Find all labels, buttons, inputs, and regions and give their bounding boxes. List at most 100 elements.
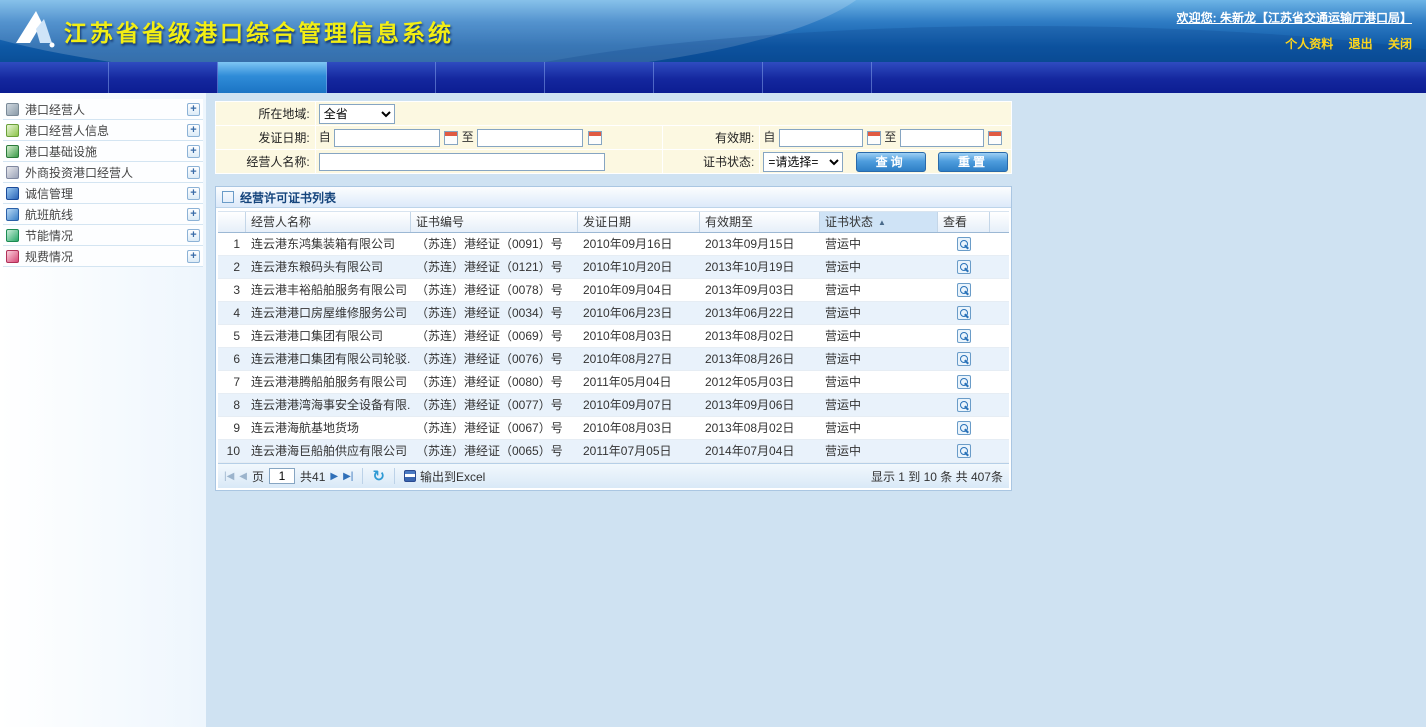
row-number: 5 <box>218 325 246 348</box>
sidebar-item-1[interactable]: 港口经营人 + <box>3 99 203 120</box>
cert-status-select[interactable]: =请选择= <box>763 152 843 172</box>
issue-date-to-input[interactable] <box>477 129 583 147</box>
issue-date-to-label: 至 <box>462 130 474 144</box>
last-page-button[interactable]: ▶| <box>343 471 353 482</box>
col-operator-name[interactable]: 经营人名称 <box>246 212 411 232</box>
col-valid-until[interactable]: 有效期至 <box>700 212 820 232</box>
view-icon[interactable] <box>957 306 971 320</box>
filter-panel: 所在地域: 全省 发证日期: 自 至 有效期: <box>215 101 1012 174</box>
issue-date-cell: 2010年09月04日 <box>578 279 700 302</box>
issue-date-cell: 2010年06月23日 <box>578 302 700 325</box>
calendar-icon[interactable] <box>867 131 881 145</box>
nav-tab-1[interactable] <box>0 62 109 93</box>
view-icon[interactable] <box>957 237 971 251</box>
grid-title-bar: 经营许可证书列表 <box>216 187 1011 208</box>
view-icon[interactable] <box>957 444 971 458</box>
table-row-10[interactable]: 10 连云港海巨船舶供应有限公司 （苏连）港经证（0065）号 2011年07月… <box>218 440 1009 463</box>
region-select[interactable]: 全省 <box>319 104 395 124</box>
table-row-8[interactable]: 8 连云港港湾海事安全设备有限... （苏连）港经证（0077）号 2010年0… <box>218 394 1009 417</box>
sort-asc-icon: ▲ <box>878 212 886 232</box>
monitor-icon <box>6 103 19 116</box>
reset-button[interactable]: 重置 <box>938 152 1008 172</box>
table-row-9[interactable]: 9 连云港海航基地货场 （苏连）港经证（0067）号 2010年08月03日 2… <box>218 417 1009 440</box>
expand-icon[interactable]: + <box>187 208 200 221</box>
table-row-1[interactable]: 1 连云港东鸿集装箱有限公司 （苏连）港经证（0091）号 2010年09月16… <box>218 233 1009 256</box>
next-page-button[interactable]: ▶ <box>330 471 338 482</box>
nav-tab-4[interactable] <box>327 62 436 93</box>
nav-tab-5[interactable] <box>436 62 545 93</box>
expand-icon[interactable]: + <box>187 145 200 158</box>
sidebar-item-6[interactable]: 航班航线 + <box>3 204 203 225</box>
sidebar-item-4[interactable]: 外商投资港口经营人 + <box>3 162 203 183</box>
close-link[interactable]: 关闭 <box>1388 37 1412 51</box>
cert-status-cell: 营运中 <box>820 233 938 256</box>
export-excel-button[interactable]: 输出到Excel <box>404 468 485 485</box>
operator-name-input[interactable] <box>319 153 605 171</box>
table-row-7[interactable]: 7 连云港港腾船舶服务有限公司 （苏连）港经证（0080）号 2011年05月0… <box>218 371 1009 394</box>
table-row-4[interactable]: 4 连云港港口房屋维修服务公司 （苏连）港经证（0034）号 2010年06月2… <box>218 302 1009 325</box>
table-row-2[interactable]: 2 连云港东粮码头有限公司 （苏连）港经证（0121）号 2010年10月20日… <box>218 256 1009 279</box>
table-row-5[interactable]: 5 连云港港口集团有限公司 （苏连）港经证（0069）号 2010年08月03日… <box>218 325 1009 348</box>
view-icon[interactable] <box>957 421 971 435</box>
expand-icon[interactable]: + <box>187 250 200 263</box>
calendar-icon[interactable] <box>588 131 602 145</box>
prev-page-button[interactable]: ◀ <box>239 471 247 482</box>
nav-tab-3[interactable] <box>218 62 327 93</box>
table-row-3[interactable]: 3 连云港丰裕船舶服务有限公司 （苏连）港经证（0078）号 2010年09月0… <box>218 279 1009 302</box>
logout-link[interactable]: 退出 <box>1349 37 1373 51</box>
valid-until-cell: 2013年09月03日 <box>700 279 820 302</box>
operator-name-cell: 连云港港口集团有限公司 <box>246 325 411 348</box>
view-icon[interactable] <box>957 375 971 389</box>
page-title: 江苏省省级港口综合管理信息系统 <box>64 14 454 48</box>
row-number: 1 <box>218 233 246 256</box>
issue-date-cell: 2010年08月27日 <box>578 348 700 371</box>
table-row-6[interactable]: 6 连云港港口集团有限公司轮驳... （苏连）港经证（0076）号 2010年0… <box>218 348 1009 371</box>
calendar-icon[interactable] <box>444 131 458 145</box>
expand-icon[interactable]: + <box>187 229 200 242</box>
expand-icon[interactable]: + <box>187 166 200 179</box>
cert-status-cell: 营运中 <box>820 417 938 440</box>
row-number: 8 <box>218 394 246 417</box>
sidebar-item-7[interactable]: 节能情况 + <box>3 225 203 246</box>
view-icon[interactable] <box>957 352 971 366</box>
issue-date-cell: 2010年09月16日 <box>578 233 700 256</box>
nav-tab-2[interactable] <box>109 62 218 93</box>
nav-tab-8[interactable] <box>763 62 872 93</box>
nav-tab-6[interactable] <box>545 62 654 93</box>
sidebar-item-3[interactable]: 港口基础设施 + <box>3 141 203 162</box>
issue-date-from-input[interactable] <box>334 129 440 147</box>
validity-to-input[interactable] <box>900 129 984 147</box>
expand-icon[interactable]: + <box>187 187 200 200</box>
table-icon <box>222 191 234 203</box>
view-icon[interactable] <box>957 398 971 412</box>
operator-name-cell: 连云港海航基地货场 <box>246 417 411 440</box>
query-button[interactable]: 查询 <box>856 152 926 172</box>
col-cert-status[interactable]: 证书状态 ▲ <box>820 212 938 232</box>
sidebar-item-2[interactable]: 港口经营人信息 + <box>3 120 203 141</box>
operator-name-cell: 连云港海巨船舶供应有限公司 <box>246 440 411 463</box>
expand-icon[interactable]: + <box>187 103 200 116</box>
calendar-icon[interactable] <box>988 131 1002 145</box>
operator-name-label: 经营人名称: <box>216 150 316 174</box>
profile-link[interactable]: 个人资料 <box>1285 37 1333 51</box>
welcome-text: 欢迎您: 朱新龙【江苏省交通运输厅港口局】 <box>1177 9 1412 26</box>
sidebar-item-5[interactable]: 诚信管理 + <box>3 183 203 204</box>
nav-tab-7[interactable] <box>654 62 763 93</box>
sidebar-item-8[interactable]: 规费情况 + <box>3 246 203 267</box>
refresh-icon[interactable]: ↻ <box>372 469 385 484</box>
col-cert-no[interactable]: 证书编号 <box>411 212 578 232</box>
first-page-button[interactable]: |◀ <box>224 471 234 482</box>
view-icon[interactable] <box>957 260 971 274</box>
page-number-input[interactable] <box>269 468 295 484</box>
main-nav <box>0 62 1426 93</box>
license-grid-panel: 经营许可证书列表 经营人名称 证书编号 发证日期 有效期至 证书状态 ▲ 查看 … <box>215 186 1012 491</box>
view-icon[interactable] <box>957 329 971 343</box>
cert-no-cell: （苏连）港经证（0080）号 <box>411 371 578 394</box>
document-icon <box>6 124 19 137</box>
validity-from-input[interactable] <box>779 129 863 147</box>
issue-date-cell: 2010年08月03日 <box>578 325 700 348</box>
row-number: 3 <box>218 279 246 302</box>
col-issue-date[interactable]: 发证日期 <box>578 212 700 232</box>
view-icon[interactable] <box>957 283 971 297</box>
expand-icon[interactable]: + <box>187 124 200 137</box>
